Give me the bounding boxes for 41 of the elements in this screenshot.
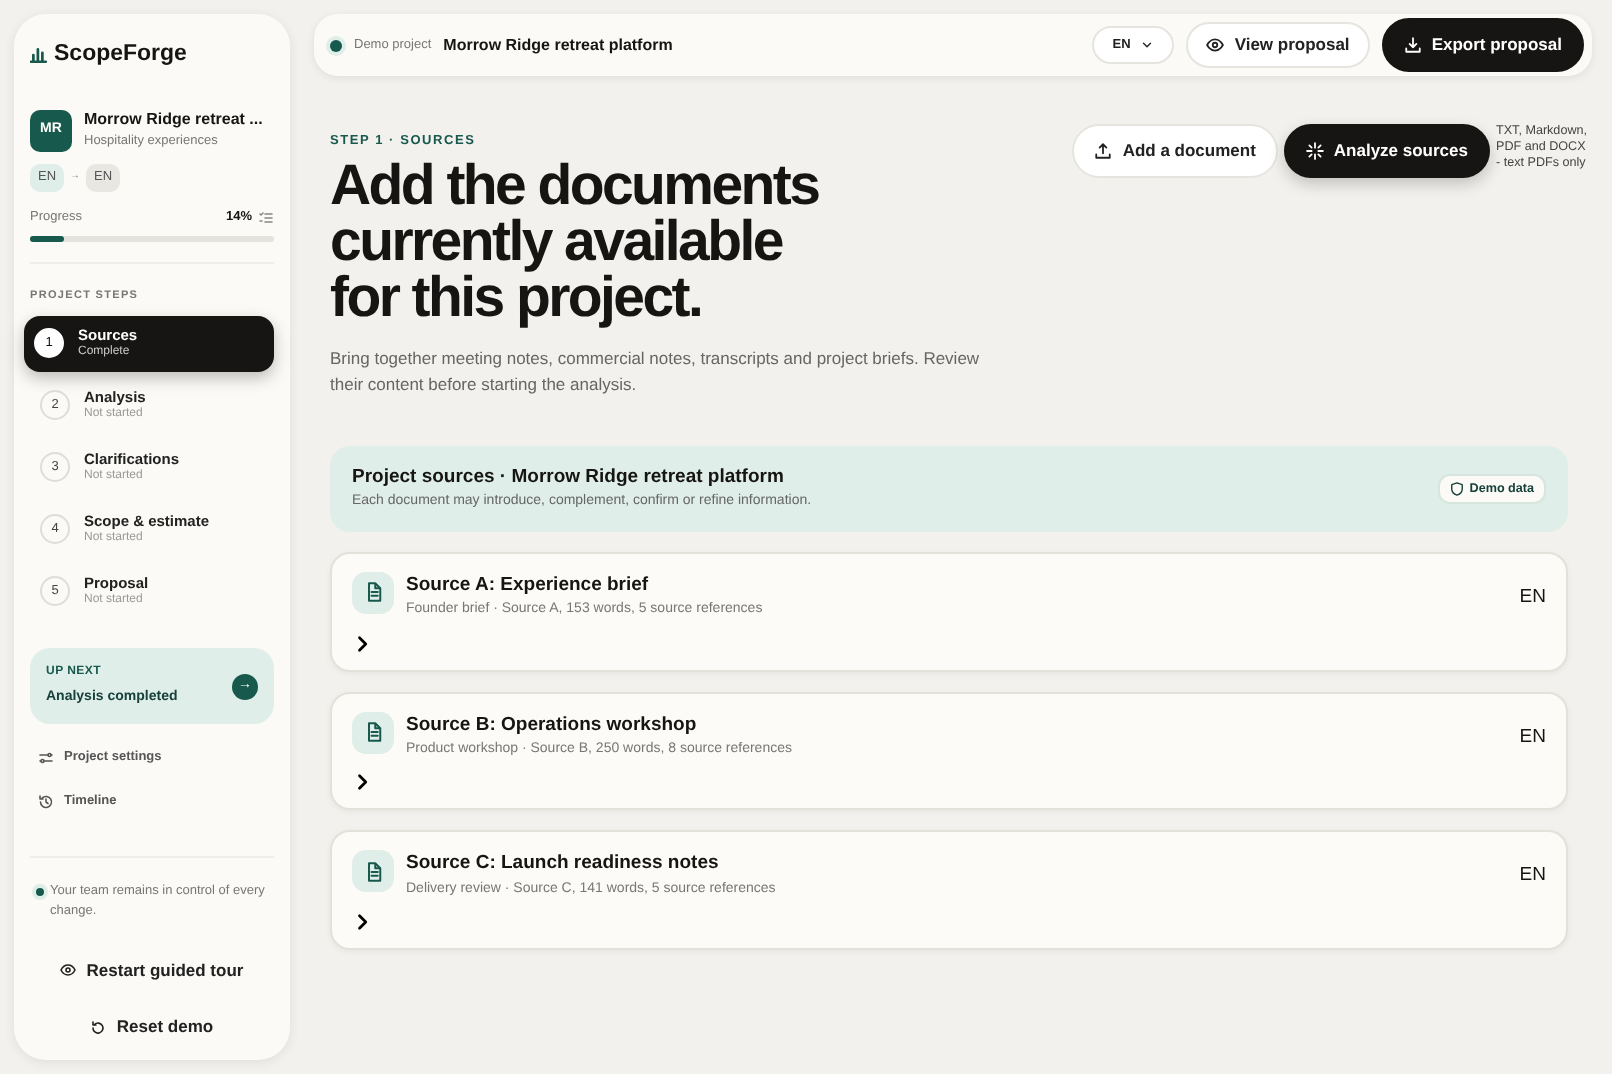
chevron-right-icon [352,772,372,793]
panel-title: Project sources · Morrow Ridge retreat platform [352,464,786,493]
source-language: EN [1519,583,1546,612]
export-proposal-button[interactable]: Export proposal [1381,18,1584,72]
sparkle-icon [1305,141,1324,160]
upload-icon [1094,141,1113,160]
source-title: Source B: Operations workshop [406,711,699,740]
eye-icon [60,961,77,978]
document-icon [352,850,394,893]
brand-name: ScopeForge [54,40,187,70]
analyze-sources-button[interactable]: Analyze sources [1283,124,1490,178]
reset-icon [90,1019,107,1036]
project-title: Morrow Ridge retreat platform [443,33,673,57]
view-proposal-button[interactable]: View proposal [1186,22,1370,68]
project-name: Morrow Ridge retreat ... [84,108,263,133]
chevron-right-icon [352,633,372,654]
history-icon [38,793,54,810]
expand-toggle[interactable] [352,912,372,933]
eye-icon [1206,36,1225,54]
shield-icon [1449,481,1464,496]
download-icon [1403,36,1422,54]
chevron-down-icon [1140,38,1155,52]
sidebar-button[interactable]: Reset demo [90,1014,214,1040]
page-description: Bring together meeting notes, commercial notes, transcripts and project briefs. Review their content before starting the analysis. [330,345,982,398]
status-dot [330,39,342,51]
source-title: Source C: Launch readiness notes [406,850,721,879]
sidebar-button[interactable]: Restart guided tour [60,957,244,983]
bar-chart-icon [30,46,48,65]
source-language: EN [1519,723,1546,752]
expand-toggle[interactable] [352,772,372,793]
add-document-button[interactable]: Add a document [1072,124,1278,178]
document-icon [352,711,394,754]
expand-toggle[interactable] [352,633,372,654]
sliders-icon [38,750,54,767]
source-title: Source A: Experience brief [406,571,651,600]
chevron-right-icon [352,912,372,933]
document-icon [352,571,394,614]
source-language: EN [1519,862,1546,891]
page-heading: Add the documents currently available for this project. [330,157,821,326]
status-dot [36,888,44,896]
checklist-icon [258,209,274,226]
